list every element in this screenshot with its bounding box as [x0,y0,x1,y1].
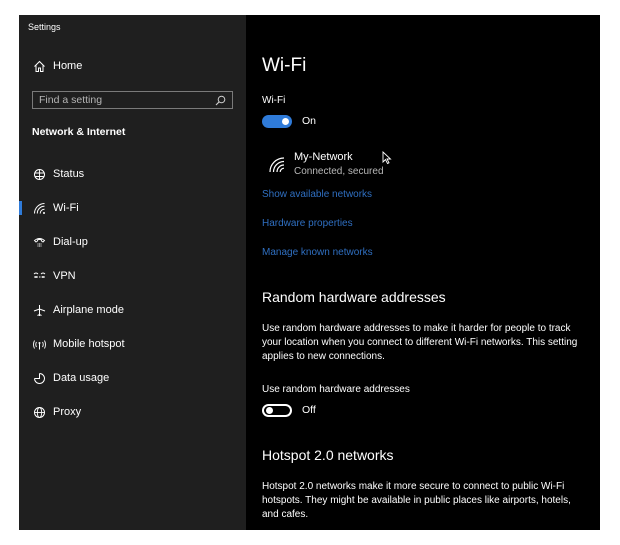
show-available-networks-link[interactable]: Show available networks [262,189,372,200]
random-hw-heading: Random hardware addresses [262,289,446,305]
random-hw-toggle-label: Use random hardware addresses [262,384,410,395]
hotspot20-description: Hotspot 2.0 networks make it more secure… [262,481,571,520]
sidebar-item-wifi[interactable]: Wi-Fi [19,194,246,222]
sidebar-item-label: Wi-Fi [53,202,79,214]
hardware-properties-link[interactable]: Hardware properties [262,218,353,229]
random-hw-description: Use random hardware addresses to make it… [262,323,578,362]
sidebar-item-home[interactable]: Home [19,52,246,80]
vpn-icon [32,269,46,283]
wifi-toggle-state: On [302,115,317,127]
sidebar-item-proxy[interactable]: Proxy [19,398,246,426]
sidebar: Settings Home Find a setting Network & I… [19,15,246,530]
sidebar-item-label: Mobile hotspot [53,338,125,350]
settings-window: Settings Home Find a setting Network & I… [19,15,600,530]
network-item[interactable]: My-Network Connected, secured [262,148,462,182]
sidebar-item-data-usage[interactable]: Data usage [19,364,246,392]
globe-icon [32,167,46,181]
sidebar-item-label: Home [53,60,83,72]
sidebar-item-status[interactable]: Status [19,160,246,188]
mouse-cursor-icon [382,150,392,165]
toggle-knob [282,118,289,125]
sidebar-item-label: VPN [53,270,76,282]
section-title: Network & Internet [32,126,126,138]
sidebar-item-dial-up[interactable]: Dial-up [19,228,246,256]
search-placeholder: Find a setting [39,94,103,106]
sidebar-item-label: Status [53,168,85,180]
phone-icon [32,235,46,249]
sidebar-item-airplane-mode[interactable]: Airplane mode [19,296,246,324]
sidebar-item-label: Proxy [53,406,82,418]
search-input[interactable]: Find a setting [32,91,233,109]
home-icon [32,59,46,73]
network-name: My-Network [294,151,353,163]
sidebar-item-label: Airplane mode [53,304,124,316]
wifi-label: Wi-Fi [262,95,286,106]
airplane-icon [32,303,46,317]
search-icon [215,94,227,106]
main-content: Wi-Fi Wi-Fi On My-Network Connected, sec… [246,15,600,530]
proxy-icon [32,405,46,419]
random-hw-toggle[interactable] [262,404,292,417]
data-usage-icon [32,371,46,385]
manage-known-networks-link[interactable]: Manage known networks [262,247,373,258]
wifi-signal-icon [268,156,286,174]
hotspot20-heading: Hotspot 2.0 networks [262,447,394,463]
app-title: Settings [28,22,61,32]
sidebar-item-vpn[interactable]: VPN [19,262,246,290]
sidebar-item-label: Dial-up [53,236,88,248]
wifi-toggle[interactable] [262,115,292,128]
toggle-knob [266,407,273,414]
page-title: Wi-Fi [262,55,307,76]
wifi-icon [32,201,46,215]
sidebar-item-mobile-hotspot[interactable]: Mobile hotspot [19,330,246,358]
random-hw-toggle-state: Off [302,404,316,416]
network-status: Connected, secured [294,166,384,177]
hotspot-icon [32,337,46,351]
sidebar-item-label: Data usage [53,372,110,384]
